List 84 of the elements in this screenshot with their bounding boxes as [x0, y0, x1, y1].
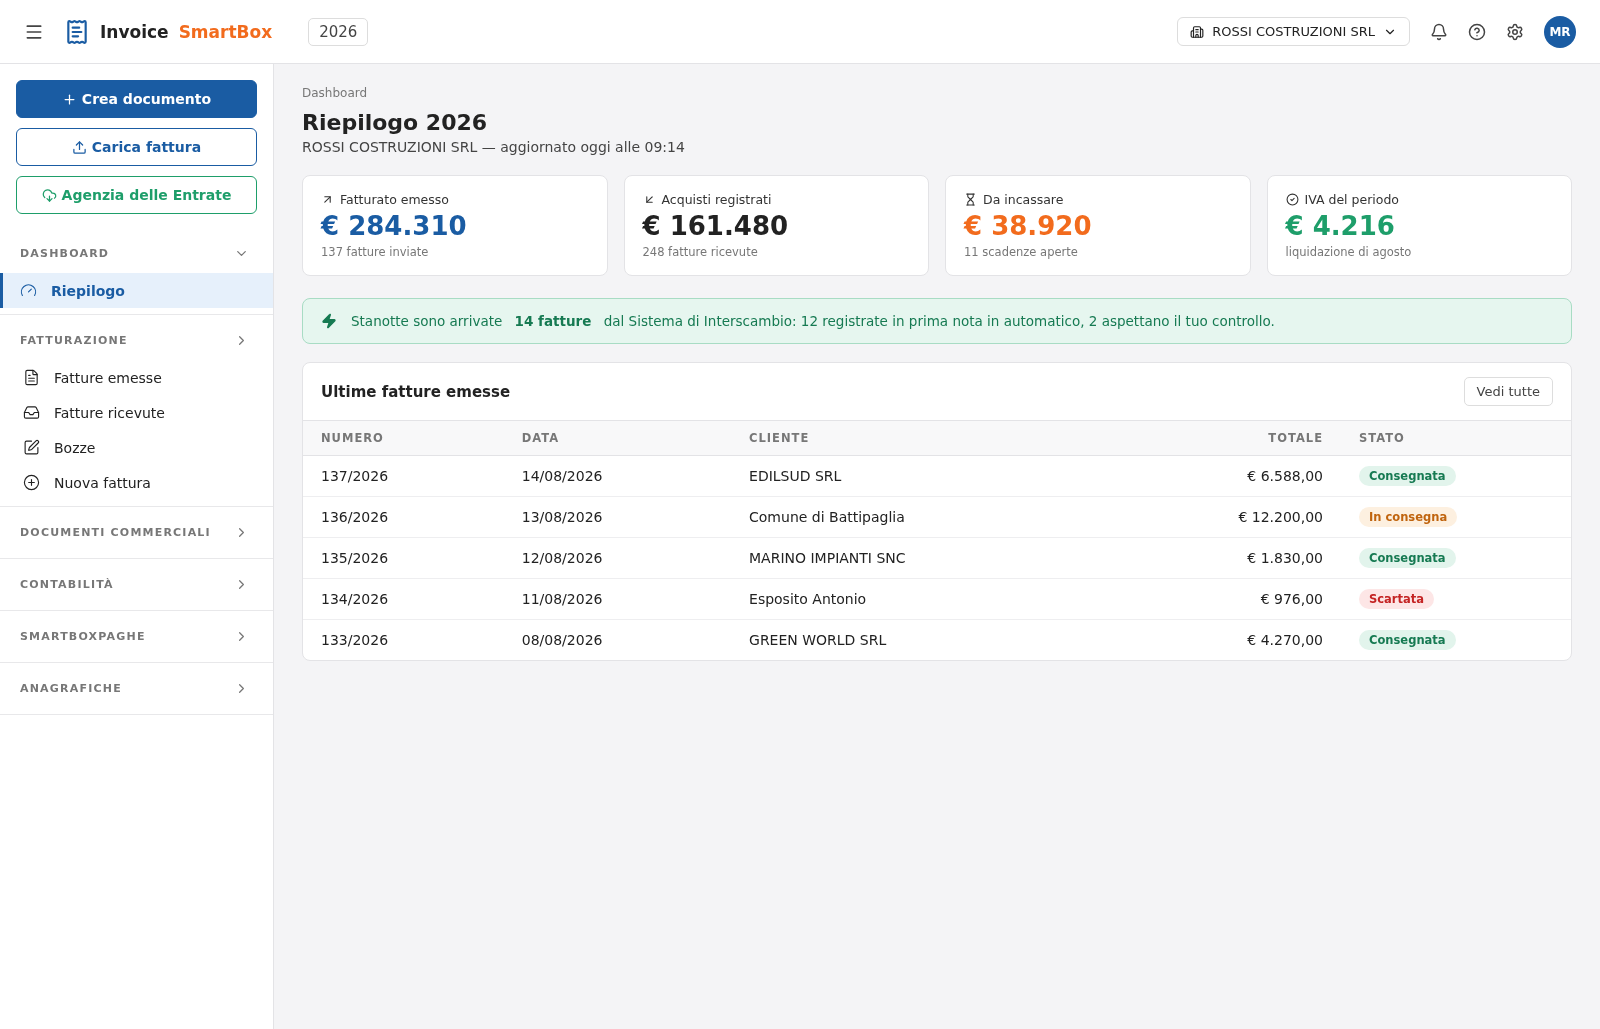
kpi-label: Da incassare: [983, 192, 1064, 207]
building-icon: [1190, 24, 1205, 39]
table-cell: € 12.200,00: [1106, 496, 1341, 538]
table-cell: Comune di Battipaglia: [731, 496, 1107, 538]
upload-icon: [71, 139, 87, 155]
section-header[interactable]: ANAGRAFICHE: [0, 669, 273, 708]
nav-item[interactable]: Nuova fattura: [0, 465, 273, 500]
table-cell: 137/2026: [303, 455, 504, 497]
kpi-label: Fatturato emesso: [340, 192, 449, 207]
section-header[interactable]: SMARTBOXPAGHE: [0, 617, 273, 656]
kpi-value: € 4.216: [1285, 211, 1396, 241]
table-cell: GREEN WORLD SRL: [731, 619, 1107, 660]
table-cell: 135/2026: [303, 537, 504, 579]
lightning-icon: [321, 313, 337, 329]
nav-item[interactable]: Fatture emesse: [0, 360, 273, 395]
table-cell: 08/08/2026: [503, 619, 732, 660]
table-cell: 13/08/2026: [503, 496, 732, 538]
help-icon[interactable]: [1468, 22, 1486, 41]
table-cell: 133/2026: [303, 619, 504, 660]
edit-icon: [23, 439, 40, 456]
page-subtitle: ROSSI COSTRUZIONI SRL — aggiornato oggi alle 09:14: [302, 139, 686, 155]
kpi-value: € 38.920: [964, 211, 1093, 241]
agency-button[interactable]: Agenzia delle Entrate: [16, 176, 257, 214]
document-icon: [23, 369, 40, 386]
nav-item[interactable]: Riepilogo: [0, 273, 273, 308]
column-header: DATA: [503, 421, 732, 456]
section-header[interactable]: FATTURAZIONE: [0, 321, 273, 360]
kpi-note: 248 fatture ricevute: [642, 245, 759, 259]
table-cell: 14/08/2026: [503, 455, 732, 497]
page-title: Riepilogo 2026: [302, 110, 489, 135]
receipt-icon: [64, 18, 90, 45]
view-all-button[interactable]: Vedi tutte: [1463, 377, 1553, 406]
status-badge: In consegna: [1359, 507, 1458, 527]
plus-circle-icon: [23, 474, 40, 491]
create-button[interactable]: Crea documento: [16, 80, 257, 118]
status-badge: Consegnata: [1359, 630, 1456, 650]
hourglass-icon: [964, 193, 977, 206]
gauge-icon: [20, 282, 37, 299]
section-header[interactable]: DOCUMENTI COMMERCIALI: [0, 513, 273, 552]
notifications-icon[interactable]: [1430, 22, 1448, 41]
kpi-value: € 161.480: [642, 211, 790, 241]
settings-icon[interactable]: [1506, 22, 1524, 41]
kpi-note: 11 scadenze aperte: [964, 245, 1079, 259]
upload-button[interactable]: Carica fattura: [16, 128, 257, 166]
tray-icon: [23, 404, 40, 421]
kpi-note: 137 fatture inviate: [321, 245, 430, 259]
card-title: Ultime fatture emesse: [321, 382, 511, 401]
table-cell: EDILSUD SRL: [731, 455, 1107, 497]
section-header[interactable]: DASHBOARD: [0, 234, 273, 273]
kpi-value: € 284.310: [321, 211, 468, 241]
year-selector[interactable]: 2026: [308, 17, 369, 46]
nav-item[interactable]: Fatture ricevute: [0, 395, 273, 430]
status-badge: Scartata: [1359, 589, 1435, 609]
status-badge: Consegnata: [1359, 466, 1456, 486]
table-cell: MARINO IMPIANTI SNC: [731, 537, 1107, 579]
cloud-download-icon: [41, 187, 57, 203]
table-cell: 12/08/2026: [503, 537, 732, 579]
table-cell: € 6.588,00: [1106, 455, 1341, 497]
check-circle-icon: [1285, 193, 1299, 206]
kpi-note: liquidazione di agosto: [1285, 245, 1413, 259]
nav-item[interactable]: Bozze: [0, 430, 273, 465]
table-cell: Esposito Antonio: [731, 578, 1107, 620]
section-header[interactable]: CONTABILITÀ: [0, 565, 273, 604]
brand-name: Invoice: [100, 21, 169, 42]
arrow-up-right-icon: [321, 193, 334, 206]
column-header: CLIENTE: [731, 421, 1107, 456]
plus-icon: [61, 91, 77, 107]
column-header: TOTALE: [1106, 421, 1341, 456]
table-cell: € 976,00: [1106, 578, 1341, 620]
column-header: STATO: [1341, 421, 1571, 456]
table-cell: 134/2026: [303, 578, 504, 620]
kpi-label: IVA del periodo: [1304, 192, 1399, 207]
kpi-label: Acquisti registrati: [661, 192, 772, 207]
table-cell: 136/2026: [303, 496, 504, 538]
banner-text: Stanotte sono arrivate 14 fatture dal Sistema di Interscambio: 12 registrate in prima nota in automatico, 2 aspettano il tuo controllo.: [351, 313, 1275, 329]
user-avatar[interactable]: MR: [1544, 15, 1576, 48]
breadcrumb: Dashboard: [302, 86, 369, 100]
table-cell: € 4.270,00: [1106, 619, 1341, 660]
table-cell: € 1.830,00: [1106, 537, 1341, 579]
company-selector[interactable]: ROSSI COSTRUZIONI SRL: [1177, 17, 1410, 46]
status-badge: Consegnata: [1359, 548, 1456, 568]
brand-name-accent: SmartBox: [178, 21, 273, 42]
table-cell: 11/08/2026: [503, 578, 732, 620]
column-header: NUMERO: [303, 421, 504, 456]
